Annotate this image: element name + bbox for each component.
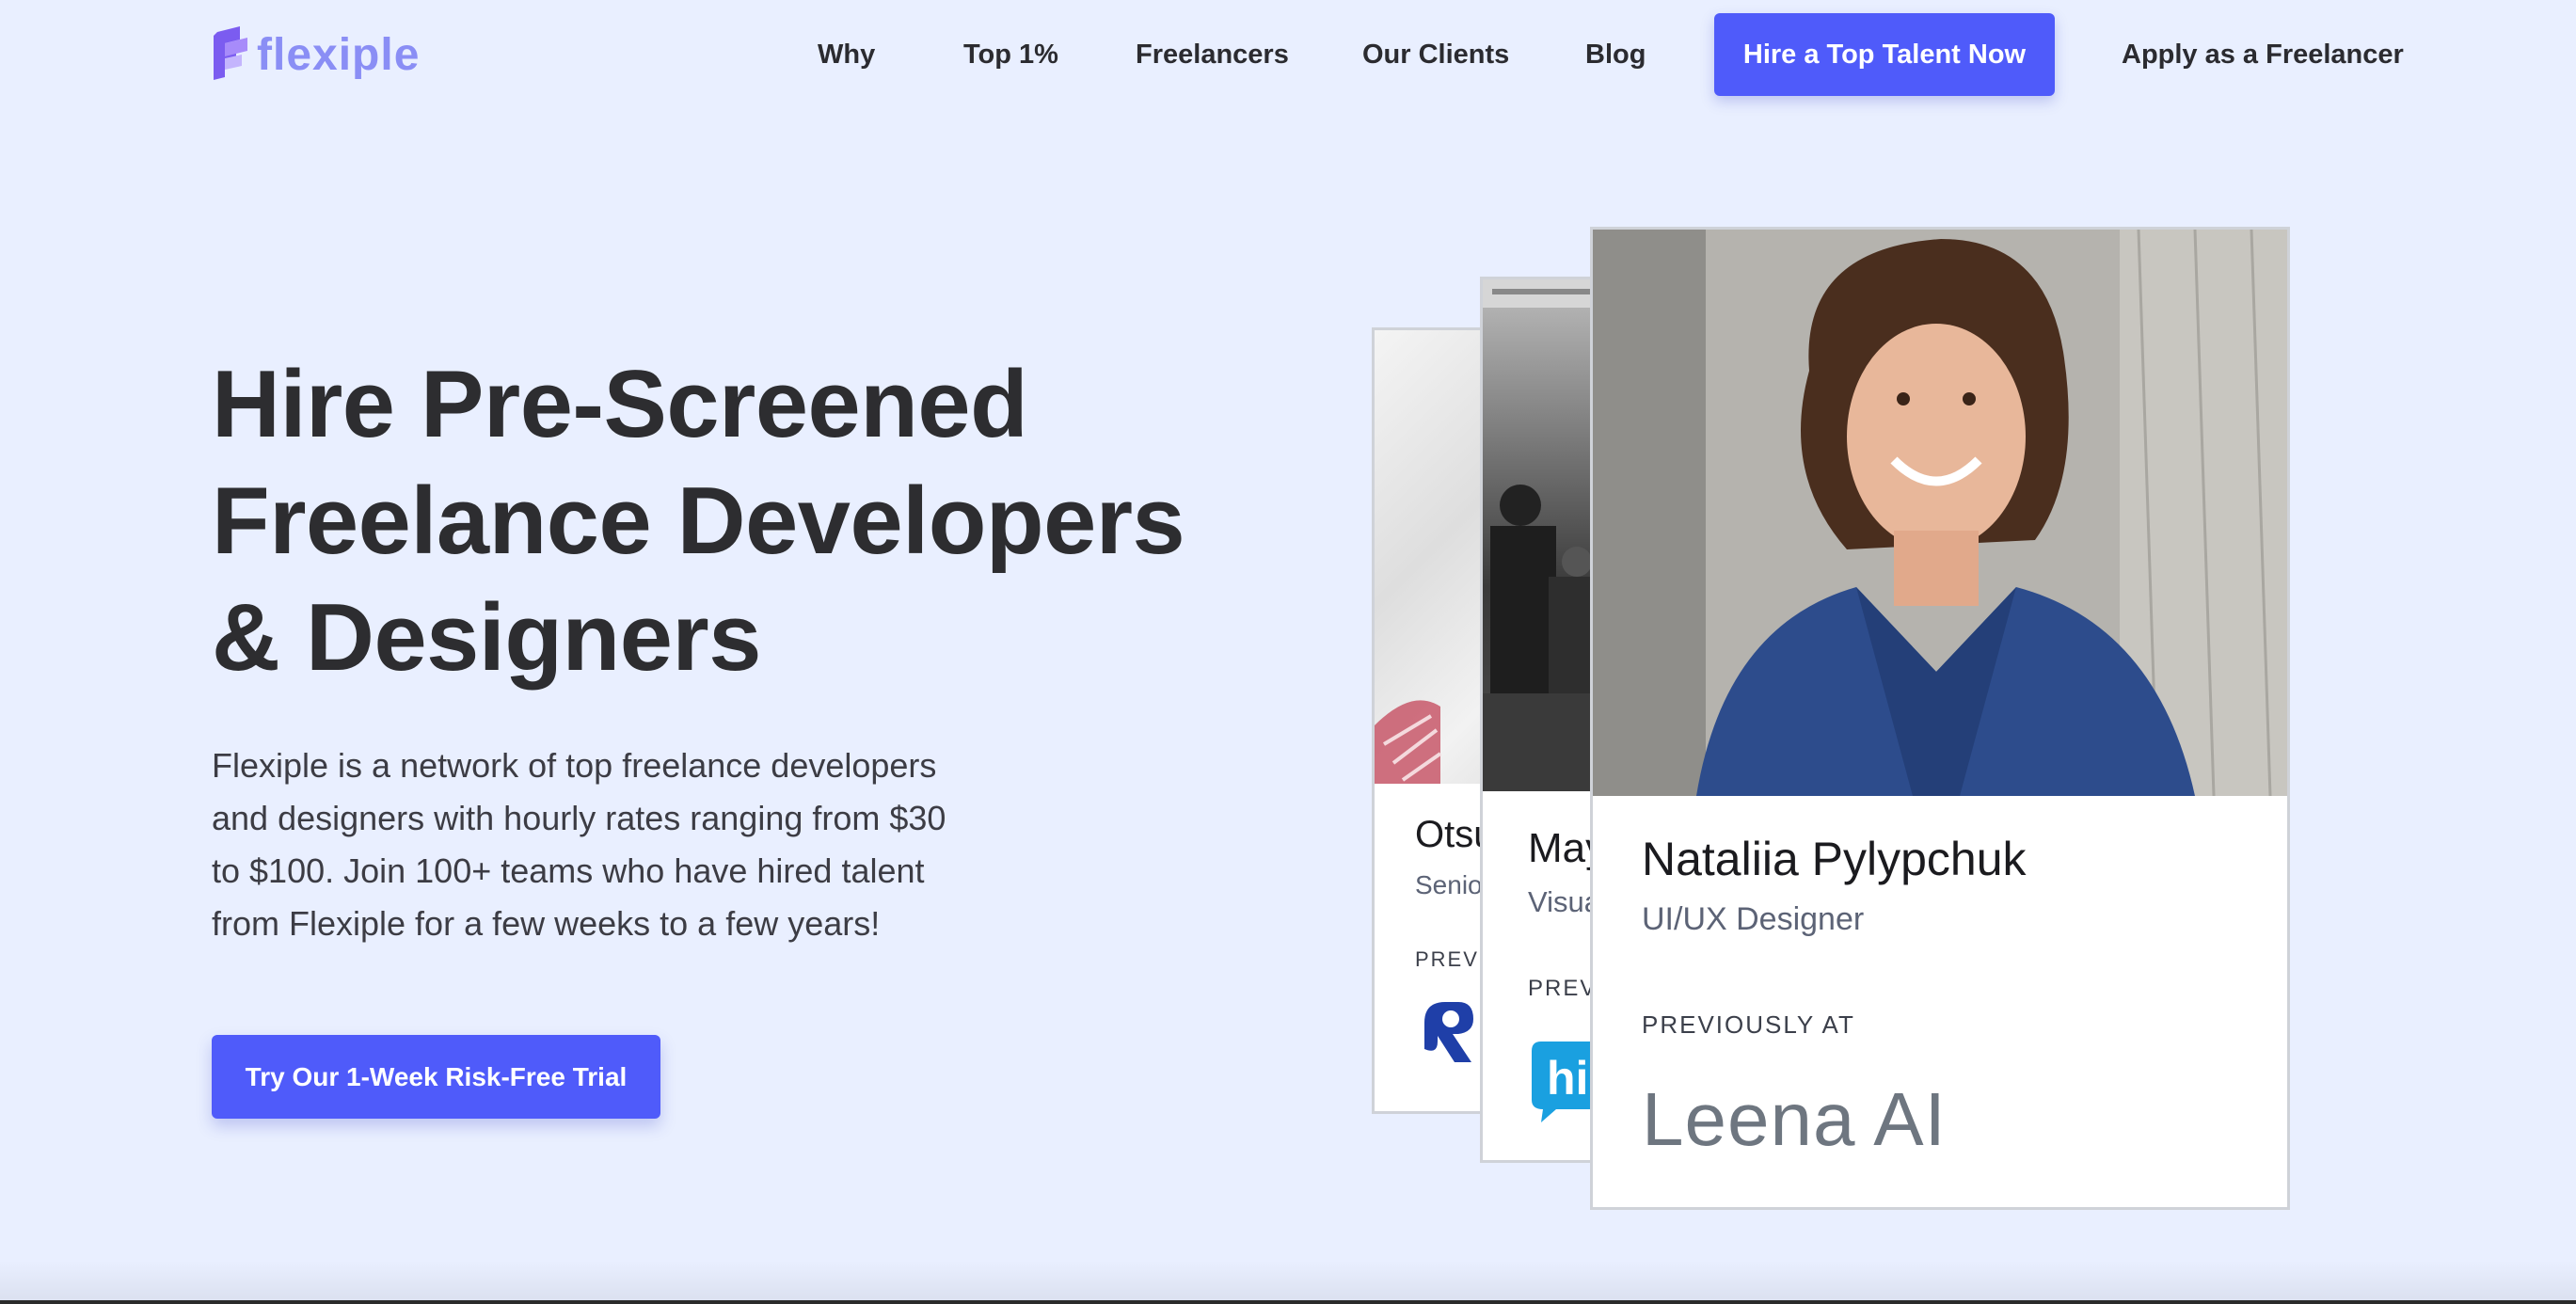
hero-title-line: & Designers — [212, 585, 761, 691]
freelancer-photo — [1593, 230, 2287, 796]
hero-title-line: Hire Pre-Screened — [212, 352, 1028, 457]
trial-button[interactable]: Try Our 1-Week Risk-Free Trial — [212, 1035, 660, 1119]
hire-top-talent-button[interactable]: Hire a Top Talent Now — [1714, 13, 2055, 96]
nav-why[interactable]: Why — [818, 13, 875, 96]
hero-description-line: Flexiple is a network of top freelance d… — [212, 746, 937, 785]
freelancer-role: UI/UX Designer — [1642, 901, 1865, 937]
freelancer-card-featured[interactable]: Nataliia Pylypchuk UI/UX Designer PREVIO… — [1590, 227, 2290, 1210]
freelancer-role: Senio — [1415, 870, 1483, 899]
hero-description-line: from Flexiple for a few weeks to a few y… — [212, 904, 881, 943]
section-divider-shadow — [0, 1261, 2576, 1300]
company-name: Leena AI — [1642, 1077, 1947, 1161]
nav-blog[interactable]: Blog — [1585, 13, 1646, 96]
nav-top-1[interactable]: Top 1% — [963, 13, 1058, 96]
hero-description: Flexiple is a network of top freelance d… — [212, 739, 964, 950]
hero-title: Hire Pre-Screened Freelance Developers &… — [212, 346, 1247, 696]
nav-our-clients[interactable]: Our Clients — [1362, 13, 1509, 96]
hero-description-line: to $100. Join 100+ teams who have hired … — [212, 851, 925, 890]
freelancer-name: Nataliia Pylypchuk — [1642, 833, 2027, 885]
top-nav: Why Top 1% Freelancers Our Clients Blog … — [0, 13, 2576, 96]
hero-description-line: and designers with hourly rates ranging … — [212, 799, 946, 837]
section-divider — [0, 1300, 2576, 1304]
nav-freelancers[interactable]: Freelancers — [1136, 13, 1289, 96]
company-logo: Leena AI — [1642, 1076, 1947, 1163]
nav-apply-freelancer[interactable]: Apply as a Freelancer — [2122, 13, 2404, 96]
previously-at-label: PREVIOUSLY AT — [1642, 1010, 1855, 1039]
svg-text:hi: hi — [1547, 1052, 1588, 1105]
hero-title-line: Freelance Developers — [212, 469, 1185, 574]
previously-at-label: PREV — [1528, 976, 1598, 1001]
company-logo — [1415, 994, 1490, 1074]
